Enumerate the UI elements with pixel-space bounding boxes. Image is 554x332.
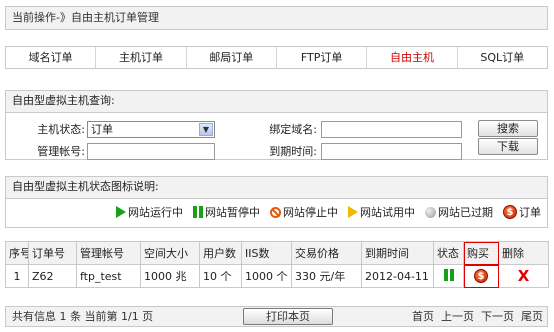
legend-expired-label: 网站已过期 bbox=[438, 206, 493, 219]
domain-input[interactable] bbox=[321, 120, 462, 138]
tab-free-host[interactable]: 自由主机 bbox=[367, 47, 458, 68]
legend-expired: 网站已过期 bbox=[425, 204, 493, 220]
order-tabs: 域名订单 主机订单 邮局订单 FTP订单 自由主机 SQL订单 bbox=[5, 46, 548, 69]
col-header-order-no: 订单号 bbox=[28, 241, 77, 265]
expire-row: 到期时间: bbox=[261, 142, 462, 160]
account-row: 管理帐号: bbox=[26, 142, 215, 160]
legend-stopped-label: 网站停止中 bbox=[283, 206, 338, 219]
play-triangle-yellow-icon bbox=[348, 206, 358, 218]
cell-price: 330 元/年 bbox=[291, 264, 362, 288]
expire-label: 到期时间: bbox=[269, 145, 317, 158]
status-legend-panel: 自由型虚拟主机状态图标说明: 网站运行中 网站暂停中 网站停止中 网站试用中 网… bbox=[5, 176, 548, 228]
orders-table-wrap: 序号 订单号 管理帐号 空间大小 用户数 IIS数 交易价格 到期时间 状态 购… bbox=[5, 241, 549, 288]
pager-next[interactable]: 下一页 bbox=[481, 307, 514, 326]
expire-input[interactable] bbox=[321, 142, 462, 160]
pager-last[interactable]: 尾页 bbox=[521, 307, 543, 326]
legend-title: 自由型虚拟主机状态图标说明: bbox=[6, 177, 547, 199]
orders-table: 序号 订单号 管理帐号 空间大小 用户数 IIS数 交易价格 到期时间 状态 购… bbox=[5, 241, 549, 288]
legend-paused: 网站暂停中 bbox=[193, 204, 260, 220]
cell-users: 10 个 bbox=[199, 264, 242, 288]
dollar-coin-icon: $ bbox=[503, 205, 517, 219]
cell-delete: X bbox=[498, 264, 549, 288]
legend-stopped: 网站停止中 bbox=[270, 204, 338, 220]
ban-orange-icon bbox=[270, 206, 281, 218]
cell-status bbox=[433, 264, 464, 288]
pagination-summary: 共有信息 1 条 当前第 1/1 页 bbox=[12, 310, 154, 323]
col-header-index: 序号 bbox=[5, 241, 29, 265]
col-header-account: 管理帐号 bbox=[76, 241, 141, 265]
print-page-button[interactable]: 打印本页 bbox=[243, 308, 333, 325]
pager-first[interactable]: 首页 bbox=[412, 307, 434, 326]
col-header-space: 空间大小 bbox=[140, 241, 200, 265]
legend-order: $ 订单 bbox=[503, 204, 541, 220]
query-panel: 自由型虚拟主机查询: 主机状态: 订单 ▼ 管理帐号: 绑定域名: 到期时间: … bbox=[5, 90, 548, 160]
col-header-expire: 到期时间 bbox=[361, 241, 434, 265]
legend-paused-label: 网站暂停中 bbox=[205, 206, 260, 219]
legend-order-label: 订单 bbox=[519, 206, 541, 219]
status-row: 主机状态: 订单 ▼ bbox=[26, 120, 215, 138]
cell-expire: 2012-04-11 bbox=[361, 264, 434, 288]
play-triangle-green-icon bbox=[116, 206, 126, 218]
cell-order-no: Z62 bbox=[28, 264, 77, 288]
legend-running-label: 网站运行中 bbox=[128, 206, 183, 219]
col-header-iis: IIS数 bbox=[241, 241, 292, 265]
legend-trial-label: 网站试用中 bbox=[360, 206, 415, 219]
footer-bar: 共有信息 1 条 当前第 1/1 页 打印本页 首页 上一页 下一页 尾页 bbox=[5, 306, 548, 327]
cell-iis: 1000 个 bbox=[241, 264, 292, 288]
tab-sql-orders[interactable]: SQL订单 bbox=[458, 47, 547, 68]
col-header-delete: 删除 bbox=[498, 241, 549, 265]
domain-row: 绑定域名: bbox=[261, 120, 462, 138]
dollar-coin-icon[interactable]: $ bbox=[474, 269, 488, 283]
col-header-status: 状态 bbox=[433, 241, 464, 265]
delete-x-icon[interactable]: X bbox=[518, 267, 530, 285]
cell-buy: $ bbox=[463, 264, 499, 288]
status-select-value: 订单 bbox=[91, 123, 113, 136]
pager-prev[interactable]: 上一页 bbox=[441, 307, 474, 326]
breadcrumb: 当前操作-》自由主机订单管理 bbox=[5, 6, 548, 30]
domain-label: 绑定域名: bbox=[269, 123, 317, 136]
query-panel-title: 自由型虚拟主机查询: bbox=[6, 91, 547, 113]
gray-circle-icon bbox=[425, 206, 436, 218]
pause-green-icon bbox=[193, 206, 203, 218]
pause-green-icon[interactable] bbox=[443, 268, 454, 281]
pager: 首页 上一页 下一页 尾页 bbox=[412, 307, 543, 326]
legend-trial: 网站试用中 bbox=[348, 204, 415, 220]
cell-account: ftp_test bbox=[76, 264, 141, 288]
search-button[interactable]: 搜索 bbox=[478, 120, 538, 137]
tab-ftp-orders[interactable]: FTP订单 bbox=[277, 47, 368, 68]
legend-running: 网站运行中 bbox=[116, 204, 183, 220]
col-header-users: 用户数 bbox=[199, 241, 242, 265]
status-label: 主机状态: bbox=[37, 123, 85, 136]
tab-domain-orders[interactable]: 域名订单 bbox=[6, 47, 97, 68]
col-header-price: 交易价格 bbox=[291, 241, 362, 265]
status-select[interactable]: 订单 ▼ bbox=[87, 120, 215, 138]
account-input[interactable] bbox=[87, 142, 215, 160]
col-header-buy: 购买 bbox=[463, 241, 499, 265]
tab-host-orders[interactable]: 主机订单 bbox=[96, 47, 187, 68]
legend-items: 网站运行中 网站暂停中 网站停止中 网站试用中 网站已过期 $ 订单 bbox=[6, 204, 547, 220]
tab-mail-orders[interactable]: 邮局订单 bbox=[187, 47, 277, 68]
account-label: 管理帐号: bbox=[37, 145, 85, 158]
chevron-down-icon[interactable]: ▼ bbox=[199, 122, 213, 136]
cell-space: 1000 兆 bbox=[140, 264, 200, 288]
table-row: 1 Z62 ftp_test 1000 兆 10 个 1000 个 330 元/… bbox=[5, 264, 549, 288]
table-header-row: 序号 订单号 管理帐号 空间大小 用户数 IIS数 交易价格 到期时间 状态 购… bbox=[5, 241, 549, 265]
cell-index: 1 bbox=[5, 264, 29, 288]
download-button[interactable]: 下载 bbox=[478, 138, 538, 155]
